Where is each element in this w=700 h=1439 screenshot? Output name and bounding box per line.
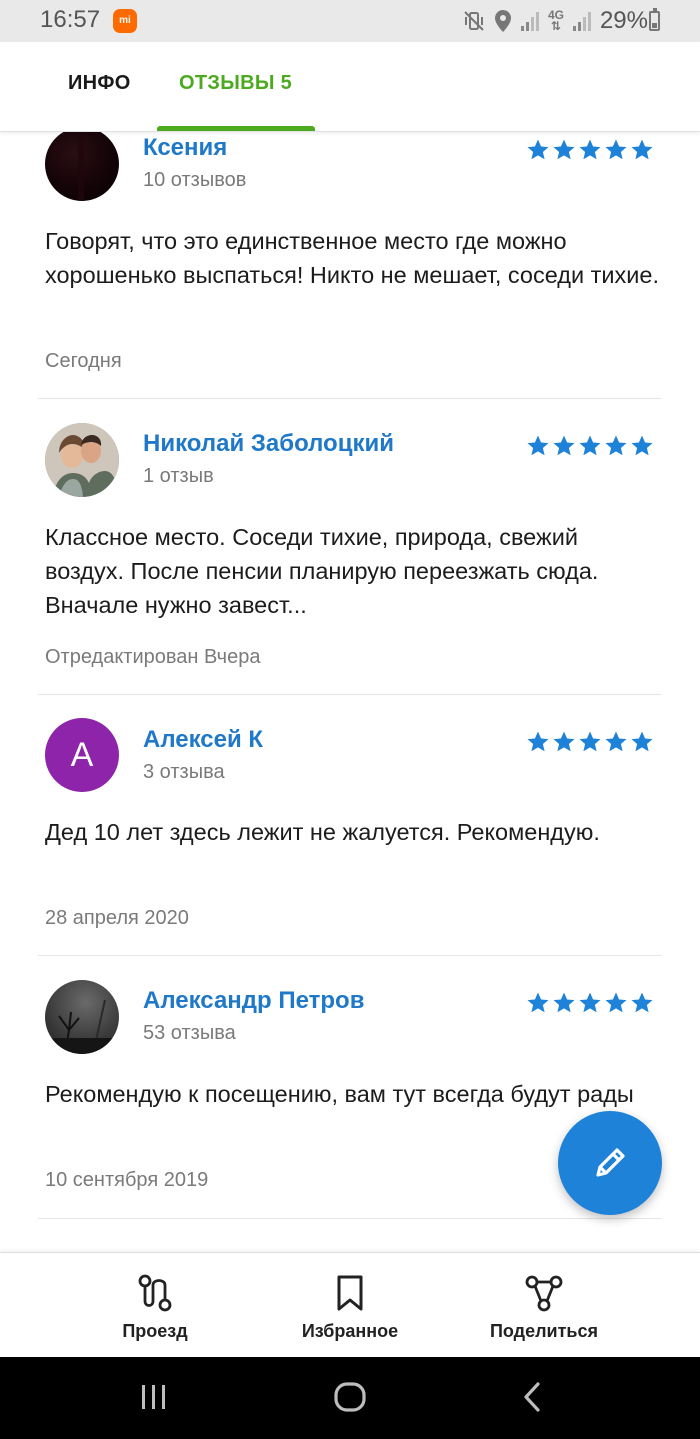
rating-stars bbox=[526, 730, 654, 754]
action-bar: Проезд Избранное Поделиться bbox=[0, 1252, 700, 1357]
reviewer-photo bbox=[78, 132, 84, 201]
home-icon[interactable] bbox=[330, 1377, 370, 1417]
star-icon bbox=[553, 992, 575, 1013]
divider bbox=[38, 694, 662, 695]
review-text[interactable]: Классное место. Соседи тихие, природа, с… bbox=[45, 520, 660, 622]
star-icon bbox=[527, 435, 549, 456]
star-icon bbox=[631, 139, 653, 160]
star-icon bbox=[579, 139, 601, 160]
system-nav-bar bbox=[0, 1357, 700, 1439]
battery-icon bbox=[649, 8, 660, 31]
rating-stars bbox=[526, 991, 654, 1015]
status-bar: 16:57 mi 4G ⇅ 29% bbox=[0, 0, 700, 42]
star-icon bbox=[605, 139, 627, 160]
network-label: 4G bbox=[547, 8, 564, 22]
divider bbox=[38, 398, 662, 399]
active-tab-indicator bbox=[157, 126, 315, 131]
star-icon bbox=[579, 992, 601, 1013]
route-label: Проезд bbox=[122, 1321, 188, 1341]
back-icon[interactable] bbox=[512, 1377, 552, 1417]
tab-reviews[interactable]: ОТЗЫВЫ 5 bbox=[179, 72, 292, 95]
reviewer-review-count: 1 отзыв bbox=[143, 465, 214, 487]
review-date: 28 апреля 2020 bbox=[45, 907, 189, 929]
reviewer-name[interactable]: Николай Заболоцкий bbox=[143, 430, 394, 458]
pencil-icon bbox=[596, 1148, 625, 1177]
star-icon bbox=[605, 435, 627, 456]
route-icon bbox=[138, 1274, 172, 1312]
tab-info[interactable]: ИНФО bbox=[68, 72, 131, 95]
avatar[interactable]: А bbox=[45, 718, 119, 792]
star-icon bbox=[527, 992, 549, 1013]
review-text[interactable]: Говорят, что это единственное место где … bbox=[45, 224, 660, 292]
review-text[interactable]: Рекомендую к посещению, вам тут всегда б… bbox=[45, 1077, 660, 1111]
star-icon bbox=[631, 992, 653, 1013]
reviewer-review-count: 10 отзывов bbox=[143, 169, 247, 191]
star-icon bbox=[553, 731, 575, 752]
share-icon bbox=[525, 1275, 563, 1312]
status-time: 16:57 bbox=[40, 6, 101, 33]
avatar[interactable] bbox=[45, 423, 119, 497]
route-button[interactable]: Проезд bbox=[75, 1253, 235, 1358]
review-text[interactable]: Дед 10 лет здесь лежит не жалуется. Реко… bbox=[45, 815, 660, 849]
reviewer-name[interactable]: Ксения bbox=[143, 134, 227, 162]
write-review-button[interactable] bbox=[558, 1111, 662, 1215]
battery-percent: 29% bbox=[599, 7, 648, 34]
tab-bar: ИНФО ОТЗЫВЫ 5 bbox=[0, 42, 700, 132]
avatar[interactable] bbox=[45, 980, 119, 1054]
favorites-label: Избранное bbox=[301, 1321, 399, 1341]
share-button[interactable]: Поделиться bbox=[464, 1253, 624, 1358]
review-date: Сегодня bbox=[45, 350, 122, 372]
signal-icon bbox=[520, 12, 539, 31]
divider bbox=[38, 955, 662, 956]
avatar[interactable] bbox=[45, 132, 119, 201]
recents-icon[interactable] bbox=[134, 1377, 174, 1417]
star-icon bbox=[553, 139, 575, 160]
reviewer-photo bbox=[45, 999, 119, 1054]
reviewer-review-count: 3 отзыва bbox=[143, 761, 225, 783]
divider bbox=[38, 1218, 662, 1219]
reviewer-review-count: 53 отзыва bbox=[143, 1022, 236, 1044]
mute-vibrate-icon bbox=[464, 11, 484, 31]
review-date: 10 сентября 2019 bbox=[45, 1169, 209, 1191]
signal-icon bbox=[572, 12, 591, 31]
review-date: Отредактирован Вчера bbox=[45, 646, 261, 668]
star-icon bbox=[579, 731, 601, 752]
reviewer-name[interactable]: Алексей К bbox=[143, 726, 263, 754]
star-icon bbox=[605, 731, 627, 752]
rating-stars bbox=[526, 138, 654, 162]
status-icons: 4G ⇅ 29% bbox=[462, 7, 648, 34]
share-label: Поделиться bbox=[489, 1321, 599, 1341]
star-icon bbox=[527, 139, 549, 160]
mi-app-icon: mi bbox=[113, 9, 137, 33]
rating-stars bbox=[526, 434, 654, 458]
star-icon bbox=[579, 435, 601, 456]
star-icon bbox=[553, 435, 575, 456]
bookmark-icon bbox=[337, 1275, 363, 1311]
location-icon bbox=[494, 10, 511, 32]
star-icon bbox=[631, 731, 653, 752]
star-icon bbox=[631, 435, 653, 456]
star-icon bbox=[605, 992, 627, 1013]
favorites-button[interactable]: Избранное bbox=[270, 1253, 430, 1358]
reviewer-name[interactable]: Александр Петров bbox=[143, 987, 364, 1015]
star-icon bbox=[527, 731, 549, 752]
network-4g-icon: 4G ⇅ bbox=[547, 8, 564, 33]
reviewer-photo bbox=[45, 423, 119, 497]
reviews-list[interactable]: Ксения 10 отзывов Говорят, что это единс… bbox=[0, 132, 700, 1252]
